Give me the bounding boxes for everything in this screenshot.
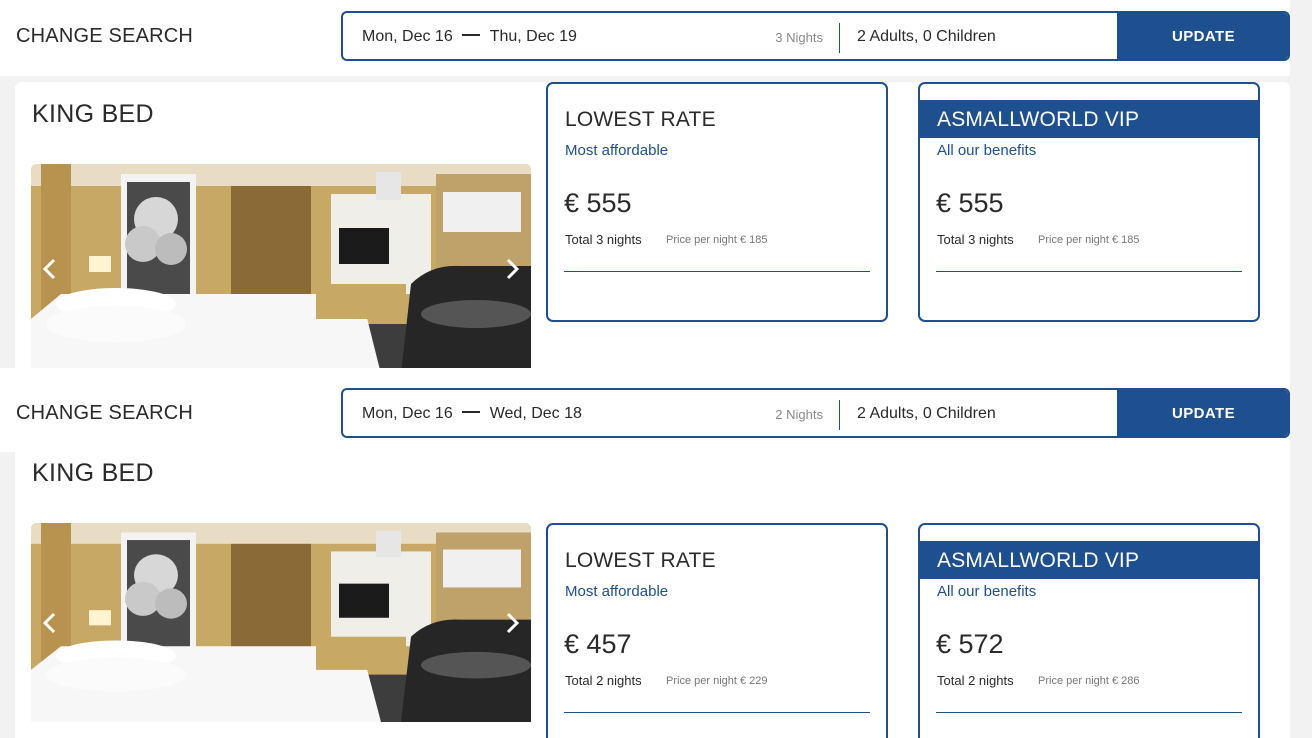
divider <box>564 271 870 272</box>
chevron-right-icon <box>506 258 520 280</box>
divider <box>936 712 1242 713</box>
change-search-title: CHANGE SEARCH <box>16 402 194 424</box>
rate-subtitle: Most affordable <box>565 142 669 159</box>
rate-subtitle: All our benefits <box>937 583 1037 600</box>
carousel-prev-button[interactable] <box>37 608 61 638</box>
chevron-left-icon <box>42 612 56 633</box>
check-in-date: Mon, Dec 16 <box>362 28 453 45</box>
search-box[interactable]: Mon, Dec 16 Thu, Dec 19 3 Nights 2 Adults… <box>341 11 1290 61</box>
change-search-title: CHANGE SEARCH <box>16 25 194 47</box>
rate-price: € 555 <box>936 188 1004 218</box>
chevron-right-icon <box>506 612 520 633</box>
nights-count: 3 Nights <box>775 30 823 45</box>
chevron-left-icon <box>42 258 56 280</box>
carousel-next-button[interactable] <box>501 608 525 638</box>
room-photo-carousel <box>31 164 531 368</box>
divider <box>936 271 1242 272</box>
carousel-prev-button[interactable] <box>37 254 61 284</box>
room-title: KING BED <box>32 100 154 128</box>
search-bar: CHANGE SEARCH Mon, Dec 16 Wed, Dec 18 2 N… <box>0 368 1290 452</box>
rate-price: € 572 <box>936 629 1004 659</box>
check-in-date: Mon, Dec 16 <box>362 405 453 422</box>
date-dash <box>461 410 480 413</box>
rate-subtitle: All our benefits <box>937 142 1037 159</box>
rate-card-vip[interactable]: ASMALLWORLD VIP All our benefits € 555 T… <box>918 82 1260 322</box>
rate-name: LOWEST RATE <box>565 108 716 131</box>
rate-card-lowest[interactable]: LOWEST RATE Most affordable € 457 Total … <box>546 523 888 738</box>
date-range-field[interactable]: Mon, Dec 16 Thu, Dec 19 <box>362 28 577 46</box>
rate-card-vip[interactable]: ASMALLWORLD VIP All our benefits € 572 T… <box>918 523 1260 738</box>
check-out-date: Wed, Dec 18 <box>489 405 582 422</box>
booking-panel-two-nights: KING BED LOWEST RATE Most affordable € 4… <box>0 368 1312 738</box>
guests-field[interactable]: 2 Adults, 0 Children <box>857 405 996 423</box>
divider <box>839 23 840 53</box>
search-box[interactable]: Mon, Dec 16 Wed, Dec 18 2 Nights 2 Adults… <box>341 388 1290 438</box>
rate-total-nights: Total 3 nights <box>565 232 642 247</box>
update-button[interactable]: UPDATE <box>1117 390 1288 436</box>
rate-total-nights: Total 2 nights <box>565 673 642 688</box>
room-photo-carousel <box>31 523 531 722</box>
guests-field[interactable]: 2 Adults, 0 Children <box>857 28 996 46</box>
rate-subtitle: Most affordable <box>565 583 669 600</box>
rate-price-per-night: Price per night € 229 <box>666 675 768 687</box>
rate-name: ASMALLWORLD VIP <box>937 108 1140 131</box>
update-button[interactable]: UPDATE <box>1117 13 1288 59</box>
carousel-next-button[interactable] <box>501 254 525 284</box>
rate-total-nights: Total 2 nights <box>937 673 1014 688</box>
booking-panel-three-nights: KING BED LOWEST RATE Most affordable € 5… <box>0 0 1312 368</box>
rate-price-per-night: Price per night € 286 <box>1038 675 1140 687</box>
date-range-field[interactable]: Mon, Dec 16 Wed, Dec 18 <box>362 405 582 423</box>
rate-name: ASMALLWORLD VIP <box>937 549 1140 572</box>
rate-total-nights: Total 3 nights <box>937 232 1014 247</box>
rate-price-per-night: Price per night € 185 <box>1038 234 1140 246</box>
nights-count: 2 Nights <box>775 407 823 422</box>
divider <box>839 400 840 430</box>
rate-name: LOWEST RATE <box>565 549 716 572</box>
room-photo <box>31 164 531 368</box>
rate-card-lowest[interactable]: LOWEST RATE Most affordable € 555 Total … <box>546 82 888 322</box>
divider <box>564 712 870 713</box>
date-dash <box>461 33 480 36</box>
check-out-date: Thu, Dec 19 <box>489 28 577 45</box>
rate-price: € 555 <box>564 188 632 218</box>
rate-price-per-night: Price per night € 185 <box>666 234 768 246</box>
search-bar: CHANGE SEARCH Mon, Dec 16 Thu, Dec 19 3 N… <box>0 0 1290 76</box>
room-photo <box>31 523 531 722</box>
room-title: KING BED <box>32 459 154 487</box>
rate-price: € 457 <box>564 629 632 659</box>
